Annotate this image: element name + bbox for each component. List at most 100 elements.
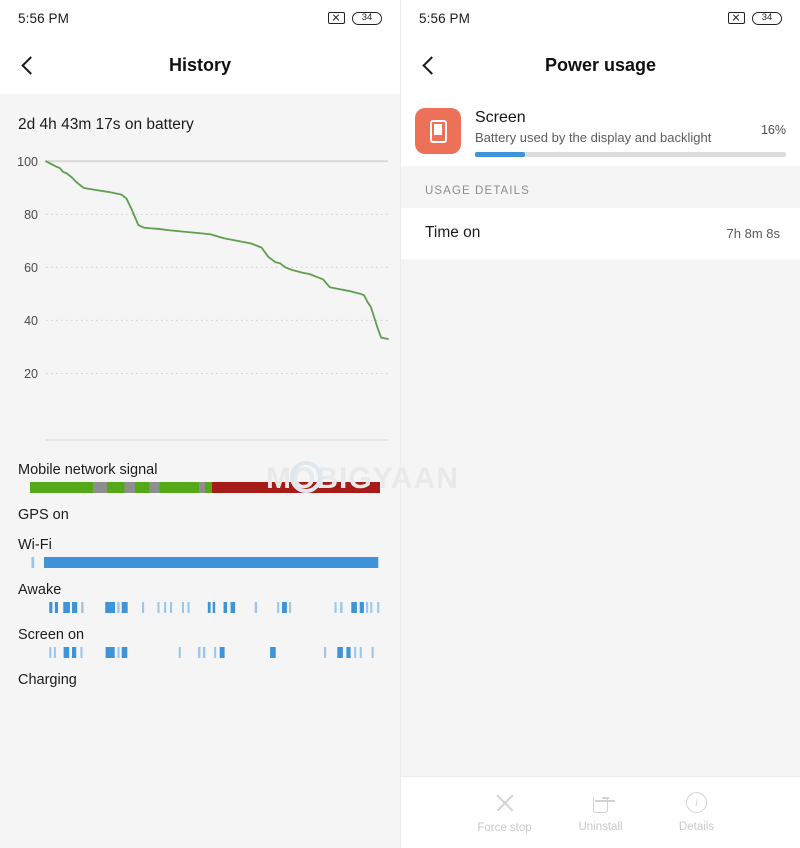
timeline-bar <box>14 482 386 493</box>
page-title-history: History <box>168 54 231 75</box>
timeline-row-gps-on: GPS on <box>0 507 400 523</box>
timeline-segment <box>370 602 373 613</box>
timeline-segment <box>80 647 83 658</box>
timeline-segment <box>81 602 84 613</box>
timeline-segment <box>371 647 374 658</box>
usage-details-heading: USAGE DETAILS <box>401 166 800 208</box>
timeline-row-label: Screen on <box>18 627 85 643</box>
timeline-segment <box>49 602 53 613</box>
app-name: Screen <box>475 109 526 126</box>
timeline-segment <box>107 482 125 493</box>
history-title-bar: History <box>0 36 400 94</box>
timeline-segment <box>117 602 120 613</box>
timeline-segment <box>202 647 206 658</box>
usage-detail-value: 7h 8m 8s <box>726 225 780 241</box>
timeline-segment <box>351 602 357 613</box>
timeline-segment <box>44 557 379 568</box>
timeline-bar-svg <box>31 557 379 568</box>
battery-level-line <box>45 160 389 340</box>
sim-x-icon <box>328 12 345 24</box>
timeline-segment <box>121 602 128 613</box>
timeline-segment <box>337 647 343 658</box>
timeline-bar <box>14 602 386 613</box>
sim-x-icon <box>728 12 745 24</box>
timeline-segment <box>142 602 145 613</box>
back-button-power-usage[interactable] <box>401 37 457 93</box>
timeline-segment <box>205 482 212 493</box>
app-usage-card[interactable]: Screen Battery used by the display and b… <box>401 94 800 166</box>
timeline-segment <box>63 647 70 658</box>
timeline-segment <box>377 602 380 613</box>
timeline-segment <box>72 647 77 658</box>
power-usage-title-bar: Power usage <box>401 36 800 94</box>
app-percent: 16% <box>760 123 786 137</box>
y-axis-tick-label: 20 <box>24 367 38 381</box>
usage-detail-row: Time on 7h 8m 8s <box>401 208 800 259</box>
timeline-segment <box>49 647 52 658</box>
timeline-segment <box>30 482 93 493</box>
timeline-segment <box>105 602 116 613</box>
screen-glyph-icon <box>429 119 447 143</box>
usage-progress-track <box>475 152 786 157</box>
timeline-segment <box>214 647 217 658</box>
timeline-segment <box>53 647 56 658</box>
close-x-icon <box>494 792 516 814</box>
screen-icon <box>415 108 461 154</box>
timeline-segment <box>159 482 200 493</box>
on-battery-summary: 2d 4h 43m 17s on battery <box>18 116 194 133</box>
battery-indicator-right: 34 <box>752 11 782 25</box>
back-chevron-icon <box>422 55 441 75</box>
trash-icon <box>593 797 615 813</box>
timeline-segment <box>135 482 149 493</box>
battery-level-chart: 100 80 60 40 20 <box>0 148 400 448</box>
action-label: Details <box>678 821 715 833</box>
status-icons-right: 34 <box>728 11 782 25</box>
timeline-segment <box>117 647 120 658</box>
timeline-segment <box>72 602 78 613</box>
power-usage-screen: 5:56 PM 34 Power usage Screen Battery us… <box>400 0 800 848</box>
power-usage-content: Screen Battery used by the display and b… <box>401 94 800 848</box>
timeline-segment <box>93 482 107 493</box>
back-chevron-icon <box>21 55 40 75</box>
action-uninstall[interactable]: Uninstall <box>553 792 649 833</box>
timeline-row-label: GPS on <box>18 507 69 523</box>
usage-detail-key: Time on <box>425 224 481 241</box>
timeline-segment <box>178 647 181 658</box>
timeline-segment <box>199 482 205 493</box>
timeline-segment <box>63 602 70 613</box>
action-force-stop[interactable]: Force stop <box>457 792 553 834</box>
action-label: Force stop <box>477 821 532 834</box>
timeline-segment <box>230 602 236 613</box>
timeline-row-label: Wi-Fi <box>18 537 52 553</box>
history-content: 2d 4h 43m 17s on battery 100 80 60 40 20 Mob… <box>0 94 400 848</box>
timeline-segment <box>54 602 58 613</box>
timeline-rows: Mobile network signal GPS on Wi-Fi Awake Scr… <box>0 462 400 688</box>
timeline-segment <box>359 602 364 613</box>
timeline-segment <box>354 647 357 658</box>
timeline-segment <box>212 482 380 493</box>
timeline-bar <box>14 557 386 568</box>
timeline-segment <box>366 602 369 613</box>
timeline-segment <box>254 602 258 613</box>
action-label: Uninstall <box>578 821 623 833</box>
timeline-segment <box>270 647 276 658</box>
battery-indicator: 34 <box>352 11 382 25</box>
timeline-segment <box>340 602 343 613</box>
y-axis-tick-label: 80 <box>24 208 38 222</box>
app-action-bar: Force stop Uninstall i Details <box>401 776 800 848</box>
history-screen: 5:56 PM 34 History 2d 4h 43m 17s on batt… <box>0 0 400 848</box>
timeline-bar-svg <box>30 482 380 493</box>
dual-screenshot-container: 5:56 PM 34 History 2d 4h 43m 17s on batt… <box>0 0 800 848</box>
timeline-segment <box>207 602 211 613</box>
timeline-segment <box>105 647 115 658</box>
status-bar-left: 5:56 PM 34 <box>0 0 400 36</box>
y-axis-tick-label: 100 <box>17 155 38 169</box>
back-button-history[interactable] <box>0 37 56 93</box>
usage-progress-fill <box>475 152 525 157</box>
app-info: Screen Battery used by the display and b… <box>475 108 747 145</box>
timeline-row-awake: Awake <box>0 582 400 613</box>
timeline-segment <box>187 602 190 613</box>
timeline-segment <box>346 647 351 658</box>
page-title-power-usage: Power usage <box>544 54 657 75</box>
action-details[interactable]: i Details <box>649 792 745 833</box>
